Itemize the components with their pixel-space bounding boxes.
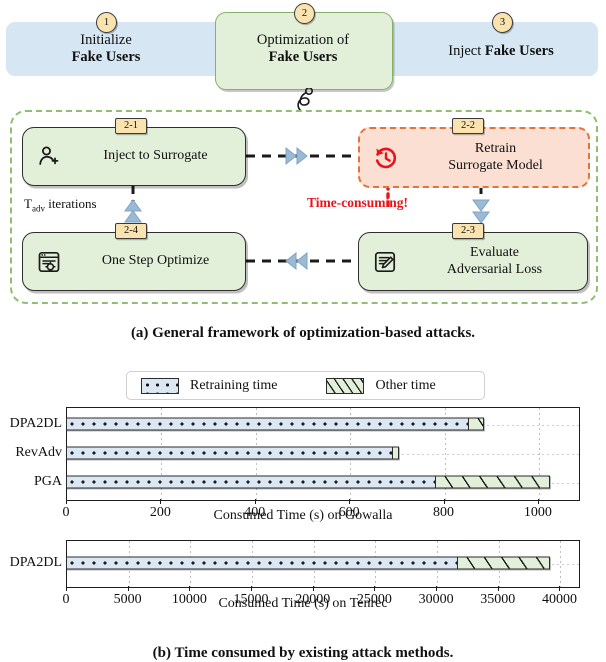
bar-segment-other-time: [393, 446, 400, 460]
legend-label-other-time: Other time: [375, 377, 436, 393]
bar-segment-other-time: [469, 417, 484, 431]
node-23-text: Evaluate Adversarial Loss: [402, 245, 587, 279]
time-consuming-warning: Time-consuming!: [307, 195, 409, 210]
bar-segment-retraining-time: [66, 446, 393, 460]
legend-entry-retraining-time: Retraining time: [141, 377, 278, 394]
y-tick-label: DPA2DL: [9, 555, 62, 570]
legend-swatch-dotted: [141, 377, 179, 394]
x-tick-label: 30000: [418, 592, 454, 607]
x-tick-mark: [312, 586, 314, 591]
x-tick-mark: [497, 586, 499, 591]
loop-iterations-suffix: iterations: [44, 196, 97, 211]
x-tick-mark: [66, 586, 67, 591]
x-tick-mark: [436, 586, 438, 591]
x-tick-label: 200: [149, 505, 171, 520]
x-tick-label: 600: [338, 505, 360, 520]
person-add-icon: [32, 145, 66, 169]
x-tick-label: 5000: [113, 592, 142, 607]
node-22-text: Retrain Surrogate Model: [403, 141, 588, 175]
bar-segment-retraining-time: [66, 556, 459, 570]
node-one-step-optimize[interactable]: One Step Optimize: [22, 232, 246, 291]
node-23-line2: Adversarial Loss: [446, 261, 543, 277]
y-tick-label: RevAdv: [15, 445, 62, 460]
x-tick-mark: [66, 499, 67, 504]
x-tick-mark: [254, 499, 256, 504]
x-tick-mark: [127, 586, 129, 591]
caption-a: (a) General framework of optimization-ba…: [130, 325, 476, 341]
x-tick-mark: [251, 586, 253, 591]
x-tick-label: 400: [244, 505, 266, 520]
loop-iterations-symbol: T: [24, 196, 32, 211]
x-tick-mark: [559, 586, 561, 591]
x-tick-label: 0: [62, 592, 70, 607]
bar-segment-retraining-time: [66, 475, 437, 489]
bar-segment-other-time: [458, 556, 550, 570]
node-21-tag: 2-1: [115, 118, 147, 134]
x-tick-label: 800: [433, 505, 454, 520]
bar-segment-retraining-time: [66, 417, 470, 431]
y-tick-label: DPA2DL: [9, 416, 62, 431]
x-tick-label: 40000: [541, 592, 577, 607]
x-tick-label: 10000: [171, 592, 207, 607]
caption-b: (b) Time consumed by existing attack met…: [152, 645, 454, 661]
legend-entry-other-time: Other time: [326, 377, 436, 394]
x-tick-label: 25000: [356, 592, 392, 607]
node-23-line1: Evaluate: [470, 244, 519, 260]
chart-legend: Retraining time Other time: [126, 371, 485, 400]
x-tick-label: 0: [62, 505, 70, 520]
node-22-tag: 2-2: [452, 118, 484, 134]
node-24-tag: 2-4: [115, 223, 147, 239]
legend-label-retraining-time: Retraining time: [190, 377, 278, 393]
node-23-tag: 2-3: [452, 223, 484, 239]
node-inject-to-surrogate[interactable]: Inject to Surrogate: [22, 127, 246, 186]
x-tick-mark: [189, 586, 191, 591]
x-tick-mark: [349, 499, 351, 504]
chart-gowalla-xlabel: Consumed Time (s) on Gowalla: [213, 508, 393, 523]
y-tick-label: PGA: [33, 474, 62, 489]
clock-history-icon: [369, 145, 403, 171]
node-21-text: Inject to Surrogate: [103, 148, 208, 164]
node-24-text: One Step Optimize: [101, 253, 210, 269]
bar-revadv: [66, 446, 400, 460]
node-retrain-surrogate-model[interactable]: Retrain Surrogate Model: [358, 127, 590, 188]
x-tick-label: 35000: [480, 592, 516, 607]
bar-segment-other-time: [436, 475, 550, 489]
x-tick-mark: [374, 586, 376, 591]
chart-gowalla: Consumed Time (s) on Gowalla 0 200 400 600 8…: [0, 405, 606, 525]
x-tick-mark: [443, 499, 445, 504]
bar-pga: [66, 475, 550, 489]
document-edit-icon: [368, 250, 402, 274]
bar-dpa2dl: [66, 417, 484, 431]
window-settings-icon: [32, 250, 66, 274]
x-tick-mark: [160, 499, 162, 504]
node-22-line1: Retrain: [474, 140, 517, 156]
x-tick-label: 1000: [523, 505, 552, 520]
x-tick-label: 15000: [233, 592, 269, 607]
x-tick-mark: [537, 499, 539, 504]
bar-dpa2dl: [66, 556, 550, 570]
node-22-line2: Surrogate Model: [448, 157, 543, 173]
legend-swatch-hatched: [326, 377, 365, 394]
loop-iterations-label: Tadv iterations: [24, 196, 97, 214]
node-evaluate-adversarial-loss[interactable]: Evaluate Adversarial Loss: [358, 232, 588, 291]
chart-tenrec: Consumed Time (s) on Tenrec 0 5000 10000 15…: [0, 538, 606, 638]
loop-iterations-subscript: adv: [31, 203, 45, 214]
x-tick-label: 20000: [295, 592, 331, 607]
